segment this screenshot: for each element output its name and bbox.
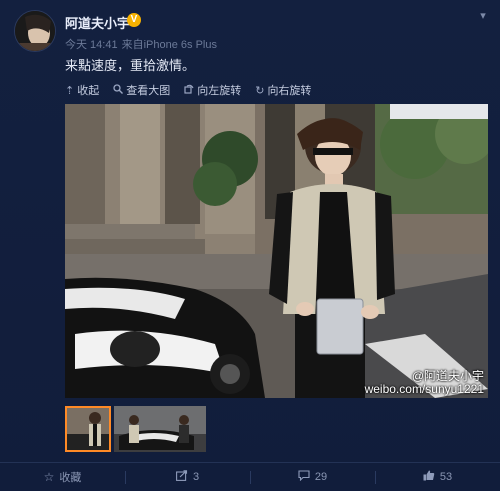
rotate-right-button[interactable]: ↻ 向右旋转 — [255, 82, 311, 98]
thumbs-up-icon — [423, 470, 435, 484]
thumbnail-item[interactable] — [65, 406, 111, 452]
comment-count: 29 — [314, 471, 328, 483]
collapse-button[interactable]: ⇡ 收起 — [65, 82, 99, 98]
star-icon: ☆ — [43, 470, 55, 484]
like-button[interactable]: 53 — [375, 463, 500, 491]
rotate-left-icon — [184, 84, 194, 97]
post-meta: 今天 14:41 来自iPhone 6s Plus — [65, 36, 221, 52]
magnifier-icon — [113, 83, 124, 97]
chevron-down-icon[interactable]: ▾ — [476, 9, 490, 23]
repost-count: 3 — [192, 471, 200, 483]
view-large-button[interactable]: 查看大图 — [113, 82, 170, 98]
share-icon — [175, 470, 188, 484]
post-actions-bar: ☆ 收藏 3 29 53 — [0, 462, 500, 491]
weibo-post-card: ▾ 阿道夫小宇 V 今天 14:41 来自iPhone 6s Plus 来點速度，… — [0, 0, 500, 491]
photo-illustration — [65, 104, 488, 398]
image-toolbar: ⇡ 收起 查看大图 向左旋转 ↻ 向右旋转 — [65, 82, 311, 98]
rotate-right-label: 向右旋转 — [267, 85, 312, 97]
post-photo[interactable]: @阿道夫小宇 weibo.com/sunyu1221 — [65, 104, 488, 398]
view-large-label: 查看大图 — [126, 85, 171, 97]
verified-badge-icon: V — [127, 13, 141, 27]
repost-button[interactable]: 3 — [125, 463, 250, 491]
avatar[interactable] — [14, 10, 56, 52]
thumbnail-item[interactable] — [114, 406, 206, 452]
source-prefix: 来自 — [121, 39, 144, 51]
watermark-url: weibo.com/sunyu1221 — [364, 382, 484, 396]
like-count: 53 — [439, 471, 453, 483]
post-source[interactable]: iPhone 6s Plus — [144, 39, 217, 51]
post-text: 来點速度，重拾激情。 — [65, 58, 196, 73]
rotate-left-button[interactable]: 向左旋转 — [184, 82, 241, 98]
rotate-left-label: 向左旋转 — [197, 85, 242, 97]
post-time[interactable]: 今天 14:41 — [65, 39, 118, 51]
comment-icon — [298, 470, 310, 484]
username[interactable]: 阿道夫小宇 — [65, 13, 130, 32]
photo-watermark: @阿道夫小宇 weibo.com/sunyu1221 — [365, 370, 484, 396]
comment-button[interactable]: 29 — [250, 463, 375, 491]
thumbnail-strip — [65, 406, 206, 452]
favorite-label: 收藏 — [59, 472, 82, 484]
collapse-label: 收起 — [77, 85, 100, 97]
favorite-button[interactable]: ☆ 收藏 — [0, 463, 125, 491]
rotate-right-icon: ↻ — [255, 84, 265, 97]
arrow-up-icon: ⇡ — [65, 84, 75, 97]
